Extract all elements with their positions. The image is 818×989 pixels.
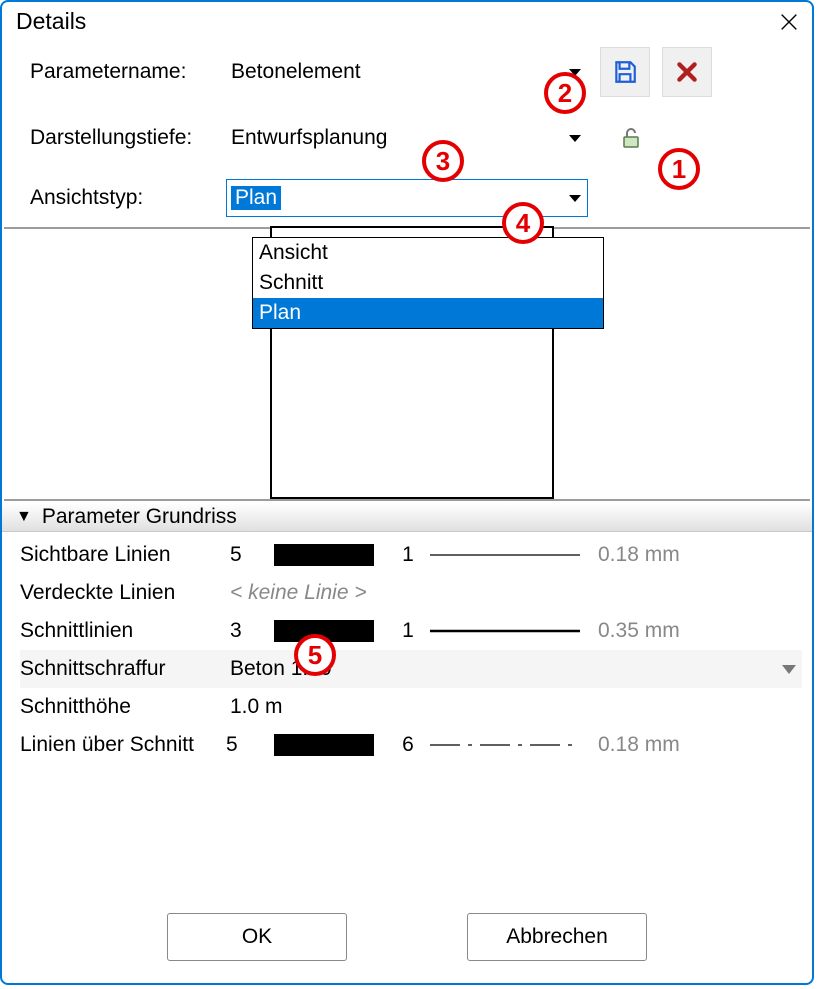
close-button[interactable] xyxy=(778,11,800,33)
row-schnitthoehe[interactable]: Schnitthöhe 1.0 m xyxy=(20,688,802,726)
cell-value: 5 xyxy=(226,733,274,757)
label-darstellungstiefe: Darstellungstiefe: xyxy=(30,126,226,150)
annotation-4: 4 xyxy=(502,202,544,244)
dialog-title: Details xyxy=(16,8,86,35)
dropdown-darstellungstiefe-value: Entwurfsplanung xyxy=(231,126,387,150)
color-swatch xyxy=(274,544,374,566)
cell-label: Verdeckte Linien xyxy=(20,581,230,605)
cell-label: Schnittschraffur xyxy=(20,657,230,681)
dialog-details: Details Parametername: Betonelement Dars… xyxy=(0,0,814,985)
delete-button[interactable] xyxy=(662,47,712,97)
cell-mm: 0.18 mm xyxy=(598,543,680,567)
titlebar: Details xyxy=(2,2,812,37)
cell-value: 6 xyxy=(394,733,422,757)
row-sichtbare-linien[interactable]: Sichtbare Linien 5 1 0.18 mm xyxy=(20,536,802,574)
row-schnittlinien[interactable]: Schnittlinien 3 1 0.35 mm xyxy=(20,612,802,650)
chevron-down-icon xyxy=(782,665,796,674)
chevron-down-icon: ▼ xyxy=(16,508,32,526)
chevron-down-icon xyxy=(569,135,581,142)
annotation-2: 2 xyxy=(544,72,586,114)
cell-label: Schnittlinien xyxy=(20,619,230,643)
cell-label: Sichtbare Linien xyxy=(20,543,230,567)
save-button[interactable] xyxy=(600,47,650,97)
cell-label: Linien über Schnitt xyxy=(20,733,226,757)
section-title: Parameter Grundriss xyxy=(42,505,237,529)
ok-button[interactable]: OK xyxy=(167,913,347,961)
section-header[interactable]: ▼ Parameter Grundriss xyxy=(2,503,812,532)
cell-mm: 0.18 mm xyxy=(598,733,680,757)
line-preview xyxy=(430,552,580,558)
cell-value: 1.0 m xyxy=(230,695,283,719)
dropdown-parametername[interactable]: Betonelement xyxy=(226,53,588,91)
annotation-1: 1 xyxy=(658,148,700,190)
parameter-grid: Sichtbare Linien 5 1 0.18 mm Verdeckte L… xyxy=(2,532,812,895)
cell-none: < keine Linie > xyxy=(230,581,367,605)
color-swatch xyxy=(274,734,374,756)
row-verdeckte-linien[interactable]: Verdeckte Linien < keine Linie > xyxy=(20,574,802,612)
dropdown-parametername-value: Betonelement xyxy=(231,60,361,84)
cancel-button[interactable]: Abbrechen xyxy=(467,913,647,961)
option-ansicht[interactable]: Ansicht xyxy=(253,238,603,268)
cell-value: 1 xyxy=(394,543,422,567)
cell-value: 5 xyxy=(230,543,274,567)
annotation-5: 5 xyxy=(294,634,336,676)
dropdown-ansichtstyp-list[interactable]: Ansicht Schnitt Plan xyxy=(252,237,604,329)
row-schnittschraffur[interactable]: Schnittschraffur Beton 1:50 xyxy=(20,650,802,688)
lock-button[interactable] xyxy=(612,121,650,155)
unlock-icon xyxy=(619,126,643,150)
option-schnitt[interactable]: Schnitt xyxy=(253,268,603,298)
label-parametername: Parametername: xyxy=(30,60,226,84)
line-preview xyxy=(430,742,580,748)
row-linien-ueber-schnitt[interactable]: Linien über Schnitt 5 6 0.18 mm xyxy=(20,726,802,764)
save-icon xyxy=(612,59,638,85)
option-plan[interactable]: Plan xyxy=(253,298,603,328)
dropdown-ansichtstyp-value: Plan xyxy=(231,186,281,210)
delete-x-icon xyxy=(674,59,700,85)
dialog-buttons: OK Abbrechen xyxy=(2,895,812,983)
cell-label: Schnitthöhe xyxy=(20,695,230,719)
annotation-3: 3 xyxy=(422,140,464,182)
form-area: Parametername: Betonelement Darstellungs… xyxy=(2,37,812,225)
cell-mm: 0.35 mm xyxy=(598,619,680,643)
line-preview xyxy=(430,628,580,634)
cell-value: 3 xyxy=(230,619,274,643)
chevron-down-icon xyxy=(569,195,581,202)
close-icon xyxy=(778,11,800,33)
label-ansichtstyp: Ansichtstyp: xyxy=(30,186,226,210)
cell-value: 1 xyxy=(394,619,422,643)
dropdown-darstellungstiefe[interactable]: Entwurfsplanung xyxy=(226,119,588,157)
